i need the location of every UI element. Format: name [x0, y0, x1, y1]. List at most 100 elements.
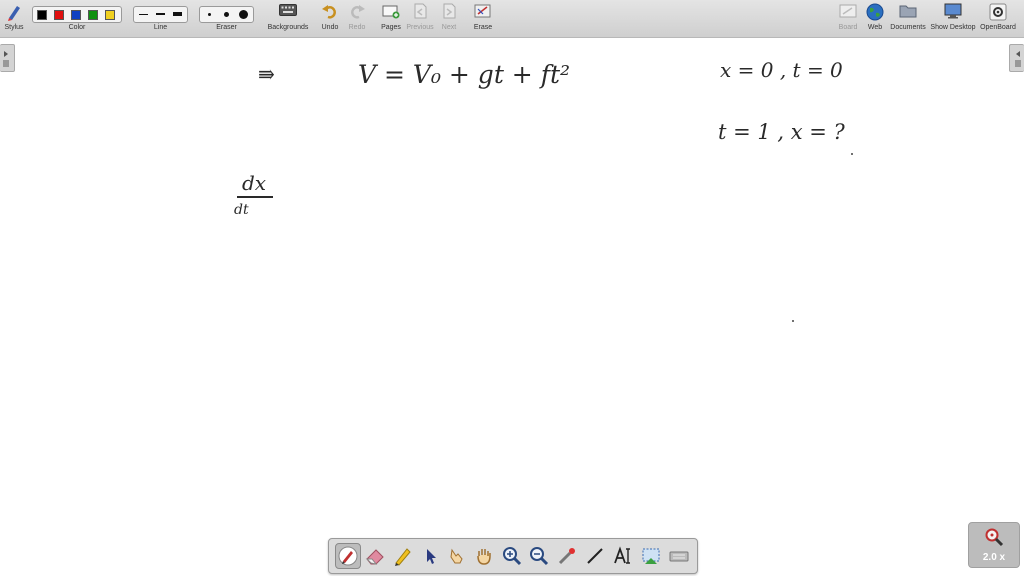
laser-pointer-icon — [558, 548, 575, 565]
line-label: Line — [153, 24, 168, 31]
fraction-numerator: dx — [242, 171, 267, 195]
pen-icon — [338, 546, 358, 566]
velocity-equation: V = V₀ + gt + ft² — [358, 60, 571, 89]
pages-icon — [382, 5, 400, 19]
redo-label: Redo — [348, 24, 366, 31]
zoom-out-icon — [530, 547, 549, 566]
previous-label: Previous — [406, 24, 434, 31]
stylus-label: Stylus — [4, 24, 24, 31]
color-swatch-green[interactable] — [88, 10, 98, 20]
openboard-label: OpenBoard — [980, 24, 1016, 31]
select-hand-tool[interactable] — [445, 544, 469, 568]
pages-label: Pages — [381, 24, 401, 31]
eraser-size-selector — [199, 6, 254, 23]
implies-arrow: ⇛ — [258, 62, 275, 86]
undo-button[interactable]: Undo — [318, 0, 342, 37]
zoom-in-icon — [503, 547, 522, 566]
pages-button[interactable]: Pages — [378, 0, 404, 37]
next-icon — [443, 3, 456, 19]
line-icon — [587, 548, 603, 564]
laser-pointer-tool[interactable] — [555, 544, 579, 568]
hand-icon — [477, 549, 491, 565]
whiteboard-canvas[interactable]: ⇛ V = V₀ + gt + ft² x = 0 , t = 0 t = 1 … — [0, 38, 1024, 576]
ink-dot — [851, 153, 853, 155]
zoom-indicator[interactable]: 2.0 x — [968, 522, 1020, 568]
zoom-in-tool[interactable] — [500, 544, 524, 568]
color-group: Color — [32, 0, 122, 37]
web-button[interactable]: Web — [863, 0, 887, 37]
show-desktop-button[interactable]: Show Desktop — [930, 0, 976, 37]
gear-icon — [989, 3, 1007, 21]
line-tool[interactable] — [583, 544, 607, 568]
color-swatch-blue[interactable] — [71, 10, 81, 20]
backgrounds-label: Backgrounds — [267, 24, 309, 31]
previous-button[interactable]: Previous — [406, 0, 434, 37]
line-group: Line — [133, 0, 188, 37]
web-label: Web — [867, 24, 883, 31]
color-palette — [32, 6, 122, 23]
eraser-icon — [365, 549, 384, 565]
eraser-large-option[interactable] — [239, 10, 248, 19]
text-icon — [614, 546, 630, 564]
board-label: Board — [838, 24, 858, 31]
openboard-menu-button[interactable]: OpenBoard — [978, 0, 1018, 37]
pen-tool[interactable] — [335, 543, 361, 569]
color-swatch-red[interactable] — [54, 10, 64, 20]
show-desktop-label: Show Desktop — [930, 24, 976, 31]
backgrounds-button[interactable]: Backgrounds — [266, 0, 310, 37]
fraction-denominator: dt — [234, 202, 249, 218]
stylus-icon — [8, 6, 20, 21]
main-toolbar: Stylus Color Line Eraser Backgrounds Und… — [0, 0, 1024, 38]
question-conditions: t = 1 , x = ? — [718, 120, 845, 144]
previous-icon — [414, 3, 427, 19]
zoom-out-tool[interactable] — [527, 544, 551, 568]
folder-icon — [899, 5, 917, 18]
globe-icon — [866, 3, 884, 21]
zoom-icon — [985, 528, 1004, 547]
pointer-icon — [427, 549, 436, 564]
highlighter-tool[interactable] — [391, 544, 415, 568]
redo-button[interactable]: Redo — [345, 0, 369, 37]
eraser-group: Eraser — [199, 0, 254, 37]
stylus-palette — [328, 538, 698, 574]
redo-icon — [351, 5, 365, 19]
hand-tool[interactable] — [472, 544, 496, 568]
zoom-level-label: 2.0 x — [982, 552, 1006, 563]
undo-icon — [322, 5, 336, 19]
documents-button[interactable]: Documents — [890, 0, 926, 37]
next-button[interactable]: Next — [437, 0, 461, 37]
monitor-icon — [944, 3, 962, 19]
eraser-small-option[interactable] — [208, 13, 211, 16]
stylus-button[interactable]: Stylus — [2, 0, 26, 37]
virtual-keyboard-tool[interactable] — [667, 544, 691, 568]
pointer-tool[interactable] — [418, 544, 442, 568]
select-hand-icon — [450, 548, 463, 564]
board-button[interactable]: Board — [836, 0, 860, 37]
highlighter-icon — [395, 548, 411, 566]
line-thick-option[interactable] — [173, 12, 182, 16]
line-thin-option[interactable] — [139, 14, 148, 15]
erase-icon — [474, 4, 491, 18]
line-medium-option[interactable] — [156, 13, 165, 15]
text-tool[interactable] — [611, 544, 635, 568]
fraction-bar — [237, 196, 273, 198]
erase-label: Erase — [473, 24, 493, 31]
capture-tool[interactable] — [639, 544, 663, 568]
ink-dot — [792, 320, 794, 322]
next-label: Next — [441, 24, 457, 31]
line-width-selector — [133, 6, 188, 23]
eraser-medium-option[interactable] — [224, 12, 229, 17]
eraser-tool[interactable] — [363, 544, 387, 568]
keyboard-icon — [669, 551, 689, 562]
board-icon — [839, 4, 857, 18]
color-swatch-yellow[interactable] — [105, 10, 115, 20]
keyboard-icon — [279, 4, 297, 16]
eraser-label: Eraser — [216, 24, 237, 31]
initial-conditions: x = 0 , t = 0 — [720, 58, 843, 82]
color-label: Color — [68, 24, 86, 31]
color-swatch-black[interactable] — [37, 10, 47, 20]
capture-icon — [642, 548, 660, 564]
undo-label: Undo — [321, 24, 339, 31]
erase-button[interactable]: Erase — [470, 0, 496, 37]
documents-label: Documents — [890, 24, 926, 31]
